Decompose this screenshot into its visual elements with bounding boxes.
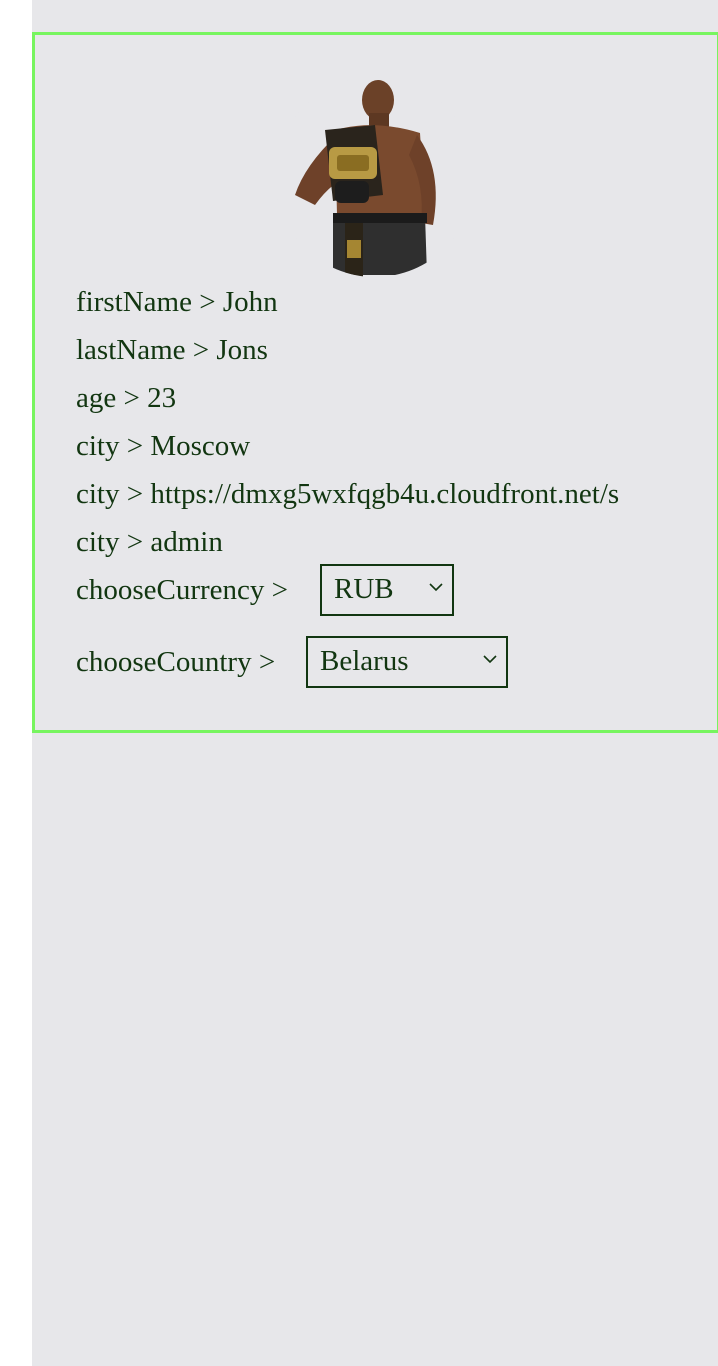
- field-separator: >: [126, 430, 144, 462]
- currency-select[interactable]: RUB: [320, 564, 454, 616]
- field-last-name: lastName > Jons: [76, 333, 676, 367]
- country-select[interactable]: Belarus: [306, 636, 508, 688]
- field-separator: >: [123, 382, 140, 414]
- profile-card: firstName > John lastName > Jons age > 2…: [32, 32, 718, 733]
- chevron-down-icon: [429, 583, 443, 592]
- field-key: city: [76, 478, 120, 510]
- field-city-url: city > https://dmxg5wxfqgb4u.cloudfront.…: [76, 477, 673, 511]
- field-key: city: [76, 526, 120, 558]
- field-city: city > Moscow: [76, 429, 676, 463]
- currency-selected-value: RUB: [334, 573, 394, 605]
- country-label: chooseCountry >: [76, 646, 276, 678]
- field-value: Jons: [216, 334, 268, 366]
- field-value: Moscow: [150, 430, 251, 462]
- field-first-name: firstName > John: [76, 285, 676, 319]
- field-separator: >: [126, 478, 144, 510]
- field-key: lastName: [76, 334, 186, 366]
- chevron-down-icon: [483, 655, 497, 664]
- field-age: age > 23: [76, 381, 676, 415]
- field-value: admin: [150, 526, 223, 558]
- field-value: 23: [147, 382, 177, 414]
- field-value: John: [222, 286, 278, 318]
- field-city-admin: city > admin: [76, 525, 676, 559]
- field-key: city: [76, 430, 120, 462]
- field-separator: >: [192, 334, 210, 366]
- currency-label: chooseCurrency >: [76, 574, 289, 606]
- country-selected-value: Belarus: [320, 645, 409, 677]
- field-key: firstName: [76, 286, 192, 318]
- avatar: [275, 77, 475, 277]
- field-separator: >: [199, 286, 216, 318]
- field-separator: >: [126, 526, 144, 558]
- field-value: https://dmxg5wxfqgb4u.cloudfront.net/s: [150, 478, 620, 510]
- field-key: age: [76, 382, 117, 414]
